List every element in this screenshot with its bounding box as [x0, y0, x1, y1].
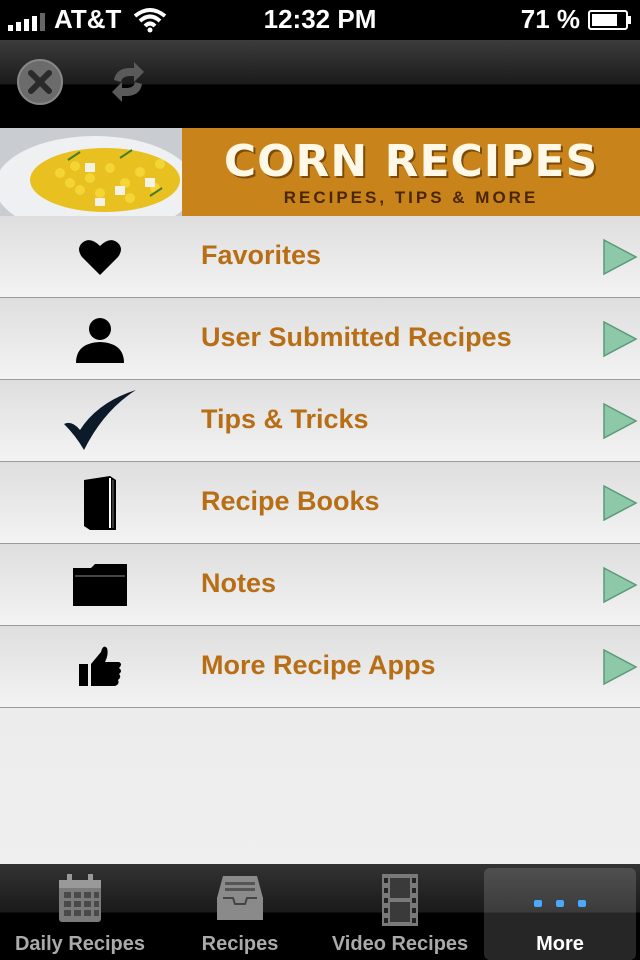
menu-item-label: User Submitted Recipes — [201, 322, 512, 352]
status-bar: AT&T 12:32 PM 71 % — [0, 0, 640, 40]
tab-video-recipes[interactable]: Video Recipes — [320, 864, 480, 960]
tab-recipes[interactable]: Recipes — [160, 864, 320, 960]
film-strip-icon — [382, 874, 418, 926]
menu-item-favorites[interactable]: Favorites — [0, 216, 640, 298]
close-circle-icon — [17, 59, 63, 105]
tab-label: Daily Recipes — [14, 933, 146, 955]
battery-icon — [588, 9, 631, 30]
menu-item-more-recipe-apps[interactable]: More Recipe Apps — [0, 626, 640, 708]
tab-label: More — [536, 933, 584, 955]
header-banner: CORN RECIPES RECIPES, TIPS & MORE — [0, 128, 640, 216]
tab-bar: Daily Recipes Recipes Video Recipes More — [0, 864, 640, 960]
thumbs-up-icon — [60, 640, 140, 694]
chevron-right-icon — [603, 238, 638, 276]
tab-daily-recipes[interactable]: Daily Recipes — [0, 864, 160, 960]
calendar-icon — [59, 874, 101, 922]
menu-item-label: Favorites — [201, 240, 322, 270]
book-icon — [60, 476, 140, 530]
chevron-right-icon — [603, 402, 638, 440]
menu-item-label: Recipe Books — [201, 486, 380, 516]
menu-item-recipe-books[interactable]: Recipe Books — [0, 462, 640, 544]
checkmark-icon — [60, 390, 140, 450]
close-button[interactable] — [16, 58, 64, 106]
chevron-right-icon — [603, 566, 638, 604]
battery-percent: 71 % — [520, 4, 580, 34]
chevron-right-icon — [603, 320, 638, 358]
refresh-button[interactable] — [104, 58, 152, 106]
menu-list: Favorites User Submitted Recipes Tips & … — [0, 216, 640, 864]
folder-icon — [60, 558, 140, 612]
menu-item-notes[interactable]: Notes — [0, 544, 640, 626]
chevron-right-icon — [603, 648, 638, 686]
tab-label: Recipes — [201, 933, 279, 955]
menu-item-tips-and-tricks[interactable]: Tips & Tricks — [0, 380, 640, 462]
menu-item-label: Tips & Tricks — [201, 404, 369, 434]
banner-subtitle: RECIPES, TIPS & MORE — [283, 188, 539, 207]
heart-icon — [60, 230, 140, 284]
tab-more[interactable]: More — [484, 868, 636, 960]
tab-label: Video Recipes — [331, 933, 469, 955]
user-icon — [60, 312, 140, 366]
corn-dish-photo — [0, 128, 182, 216]
refresh-icon — [112, 62, 144, 102]
banner-title: CORN RECIPES — [223, 136, 599, 187]
chevron-right-icon — [603, 484, 638, 522]
menu-item-label: More Recipe Apps — [201, 650, 436, 680]
more-dots-icon — [534, 900, 586, 907]
battery-group: 71 % — [521, 4, 632, 35]
menu-item-label: Notes — [201, 568, 277, 598]
toolbar — [0, 40, 640, 128]
menu-item-user-submitted-recipes[interactable]: User Submitted Recipes — [0, 298, 640, 380]
inbox-tray-icon — [217, 876, 263, 920]
